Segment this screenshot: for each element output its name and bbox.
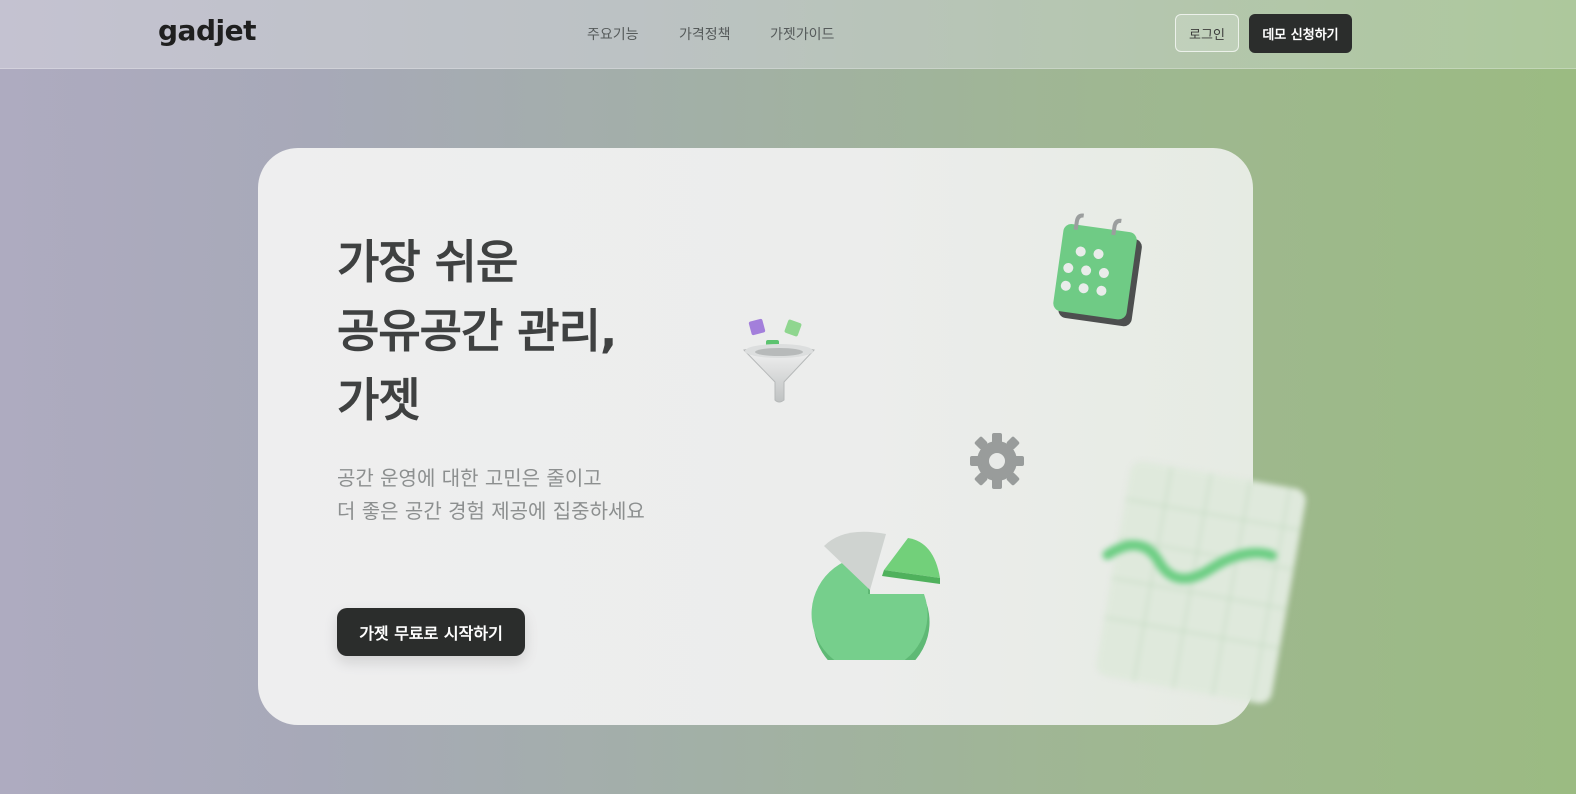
hero-subtitle: 공간 운영에 대한 고민은 줄이고 더 좋은 공간 경험 제공에 집중하세요 bbox=[337, 462, 645, 528]
demo-request-button[interactable]: 데모 신청하기 bbox=[1249, 14, 1352, 53]
login-button[interactable]: 로그인 bbox=[1175, 14, 1239, 52]
pie-chart-icon bbox=[811, 531, 940, 660]
line-chart-icon bbox=[1096, 461, 1306, 704]
funnel-icon bbox=[743, 318, 815, 403]
hero-headline: 가장 쉬운 공유공간 관리, 가젯 bbox=[337, 228, 617, 435]
subtitle-line-2: 더 좋은 공간 경험 제공에 집중하세요 bbox=[337, 499, 645, 523]
nav-item-features[interactable]: 주요기능 bbox=[587, 24, 639, 44]
headline-line-1: 가장 쉬운 bbox=[337, 235, 518, 289]
subtitle-line-1: 공간 운영에 대한 고민은 줄이고 bbox=[337, 466, 602, 490]
start-free-button[interactable]: 가젯 무료로 시작하기 bbox=[337, 608, 525, 656]
gear-icon bbox=[970, 433, 1024, 489]
logo[interactable]: gadjet bbox=[158, 14, 256, 47]
top-navigation-bar: gadjet 주요기능 가격정책 가젯가이드 로그인 데모 신청하기 bbox=[0, 0, 1576, 69]
nav-item-guide[interactable]: 가젯가이드 bbox=[770, 24, 834, 44]
nav-item-pricing[interactable]: 가격정책 bbox=[679, 24, 731, 44]
calendar-icon bbox=[1053, 213, 1142, 327]
headline-line-2: 공유공간 관리, bbox=[337, 304, 617, 358]
headline-line-3: 가젯 bbox=[337, 373, 421, 427]
